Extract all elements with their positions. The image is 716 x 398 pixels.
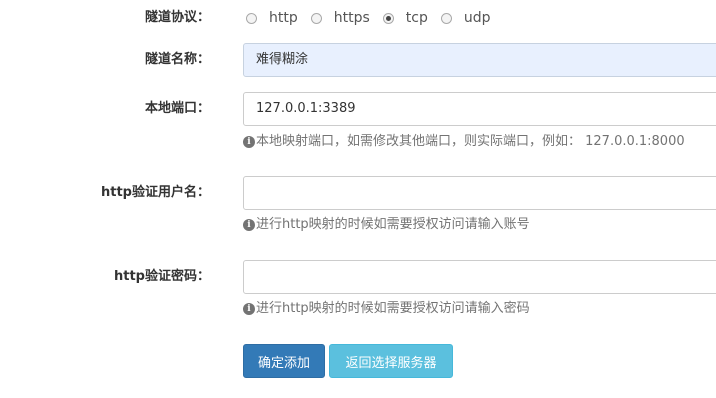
radio-http-label[interactable]: http <box>269 10 298 26</box>
http-user-input[interactable] <box>243 176 716 210</box>
radio-https-button[interactable] <box>310 12 322 24</box>
protocol-radio-group: http https tcp udp <box>246 8 504 28</box>
radio-http[interactable]: http <box>246 10 298 26</box>
info-circle-icon: i <box>243 136 255 148</box>
local-port-help: i 本地映射端口，如需修改其他端口，则实际端口，例如： 127.0.0.1:80… <box>243 134 685 150</box>
radio-https[interactable]: https <box>310 10 370 26</box>
http-password-input[interactable] <box>243 260 716 294</box>
info-circle-icon: i <box>243 303 255 315</box>
radio-tcp-label[interactable]: tcp <box>406 10 428 26</box>
http-password-help-text: 进行http映射的时候如需要授权访问请输入密码 <box>256 301 530 316</box>
info-circle-icon: i <box>243 219 255 231</box>
local-port-help-text: 本地映射端口，如需修改其他端口，则实际端口，例如： 127.0.0.1:8000 <box>256 134 685 149</box>
radio-udp-label[interactable]: udp <box>464 10 491 26</box>
http-user-label: http验证用户名： <box>101 185 210 200</box>
tunnel-name-label: 隧道名称： <box>144 52 210 67</box>
radio-tcp-button[interactable] <box>382 12 394 24</box>
radio-udp-button[interactable] <box>440 12 452 24</box>
local-port-input[interactable]: 127.0.0.1:3389 <box>243 92 716 126</box>
http-user-help-text: 进行http映射的时候如需要授权访问请输入账号 <box>256 217 530 232</box>
tunnel-name-input[interactable]: 难得糊涂 <box>243 43 716 77</box>
radio-udp[interactable]: udp <box>440 10 491 26</box>
http-password-label: http验证密码： <box>114 269 210 284</box>
radio-tcp[interactable]: tcp <box>382 10 428 26</box>
protocol-label: 隧道协议： <box>144 10 210 25</box>
back-select-server-button[interactable]: 返回选择服务器 <box>329 344 453 378</box>
http-password-help: i 进行http映射的时候如需要授权访问请输入密码 <box>243 301 530 317</box>
confirm-add-button[interactable]: 确定添加 <box>243 344 325 378</box>
radio-http-button[interactable] <box>246 12 257 24</box>
radio-https-label[interactable]: https <box>334 10 370 26</box>
http-user-help: i 进行http映射的时候如需要授权访问请输入账号 <box>243 217 530 233</box>
local-port-label: 本地端口： <box>144 101 210 116</box>
